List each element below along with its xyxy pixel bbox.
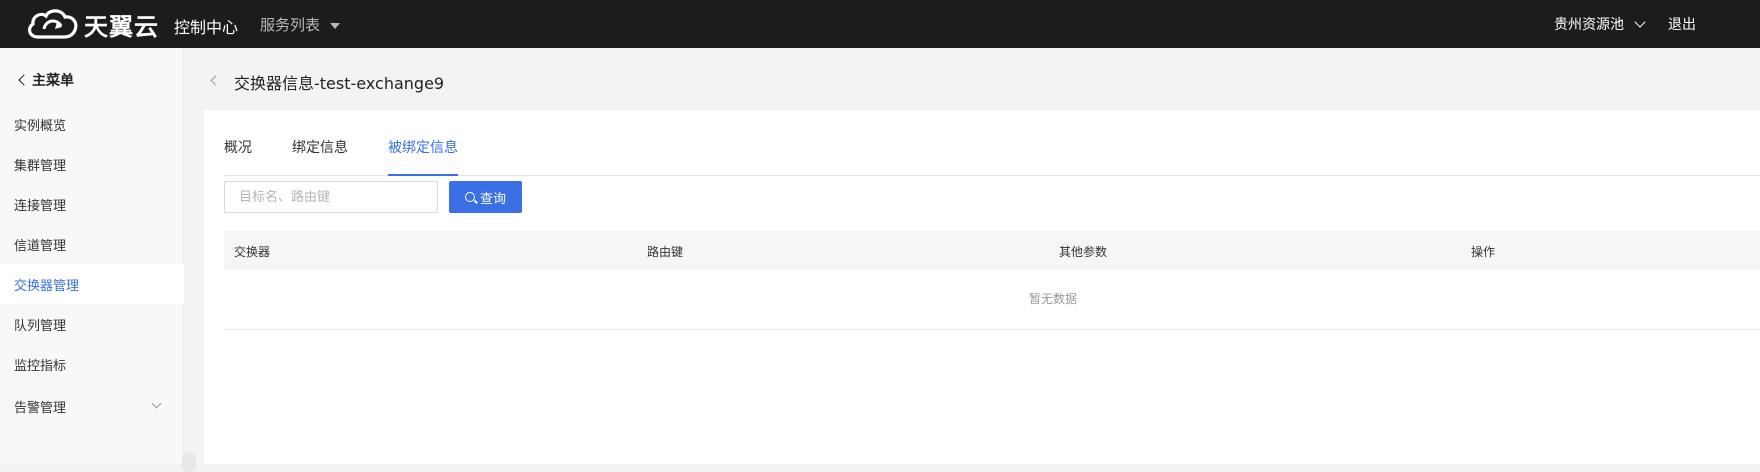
page-title: 交换器信息-test-exchange9 — [234, 74, 445, 93]
sidebar-item-queue[interactable]: 队列管理 — [0, 304, 184, 344]
back-to-main-menu[interactable]: 主菜单 — [18, 70, 74, 90]
services-label: 服务列表 — [260, 16, 321, 34]
region-label: 贵州资源池 — [1554, 17, 1624, 33]
search-button[interactable]: 查询 — [449, 181, 522, 213]
chevron-left-icon — [18, 74, 30, 86]
search-icon — [464, 192, 475, 202]
content-card: 概况 绑定信息 被绑定信息 查询 交换器 路由键 其他参数 操作 暂无数据 — [204, 110, 1760, 464]
table-empty-state: 暂无数据 — [224, 270, 1760, 330]
page-header: 交换器信息-test-exchange9 — [184, 48, 1760, 110]
search-button-label: 查询 — [479, 191, 506, 207]
tab-bound-by[interactable]: 被绑定信息 — [388, 138, 458, 176]
sidebar-item-label: 连接管理 — [14, 198, 67, 214]
table-header: 交换器 路由键 其他参数 操作 — [224, 231, 1760, 270]
top-nav-bar: 天翼云 控制中心 服务列表 贵州资源池 退出 — [0, 0, 1760, 48]
tab-overview[interactable]: 概况 — [224, 138, 252, 176]
sidebar-item-connection[interactable]: 连接管理 — [0, 184, 184, 224]
sidebar-item-monitoring[interactable]: 监控指标 — [0, 344, 184, 384]
column-header-actions: 操作 — [1471, 245, 1496, 259]
back-menu-label: 主菜单 — [32, 73, 74, 89]
brand-logo[interactable]: 天翼云 — [24, 5, 159, 43]
tab-bindings[interactable]: 绑定信息 — [292, 138, 348, 176]
sidebar: 主菜单 实例概览 集群管理 连接管理 信道管理 交换器管理 队列管理 监控指标 … — [0, 48, 184, 464]
logout-link[interactable]: 退出 — [1668, 14, 1696, 34]
sidebar-item-cluster[interactable]: 集群管理 — [0, 144, 184, 184]
column-header-other-params: 其他参数 — [1059, 245, 1108, 259]
sidebar-item-label: 集群管理 — [14, 158, 67, 174]
chevron-down-icon — [151, 398, 162, 409]
sidebar-item-label: 告警管理 — [14, 400, 67, 416]
region-selector[interactable]: 贵州资源池 — [1554, 14, 1646, 34]
tab-bar: 概况 绑定信息 被绑定信息 — [224, 138, 1760, 176]
column-header-routing-key: 路由键 — [647, 245, 684, 259]
sidebar-collapse-handle[interactable] — [182, 452, 196, 472]
sidebar-item-label: 信道管理 — [14, 238, 67, 254]
sidebar-item-label: 交换器管理 — [14, 278, 80, 294]
sidebar-item-label: 实例概览 — [14, 118, 67, 134]
cloud-logo-icon — [27, 9, 78, 39]
search-input[interactable] — [224, 181, 438, 213]
console-link[interactable]: 控制中心 — [174, 14, 238, 38]
chevron-down-icon — [1634, 16, 1646, 28]
sidebar-item-label: 监控指标 — [14, 358, 67, 374]
caret-down-icon — [330, 22, 341, 29]
sidebar-item-instance-overview[interactable]: 实例概览 — [0, 104, 184, 144]
empty-text: 暂无数据 — [1029, 292, 1078, 306]
column-header-exchange: 交换器 — [234, 245, 271, 259]
sidebar-item-exchange[interactable]: 交换器管理 — [0, 264, 184, 304]
services-menu[interactable]: 服务列表 — [260, 14, 341, 35]
sidebar-item-alerts[interactable]: 告警管理 — [0, 386, 184, 426]
back-arrow-icon[interactable] — [210, 75, 221, 86]
brand-name: 天翼云 — [84, 12, 159, 41]
sidebar-item-channel[interactable]: 信道管理 — [0, 224, 184, 264]
sidebar-item-label: 队列管理 — [14, 318, 67, 334]
